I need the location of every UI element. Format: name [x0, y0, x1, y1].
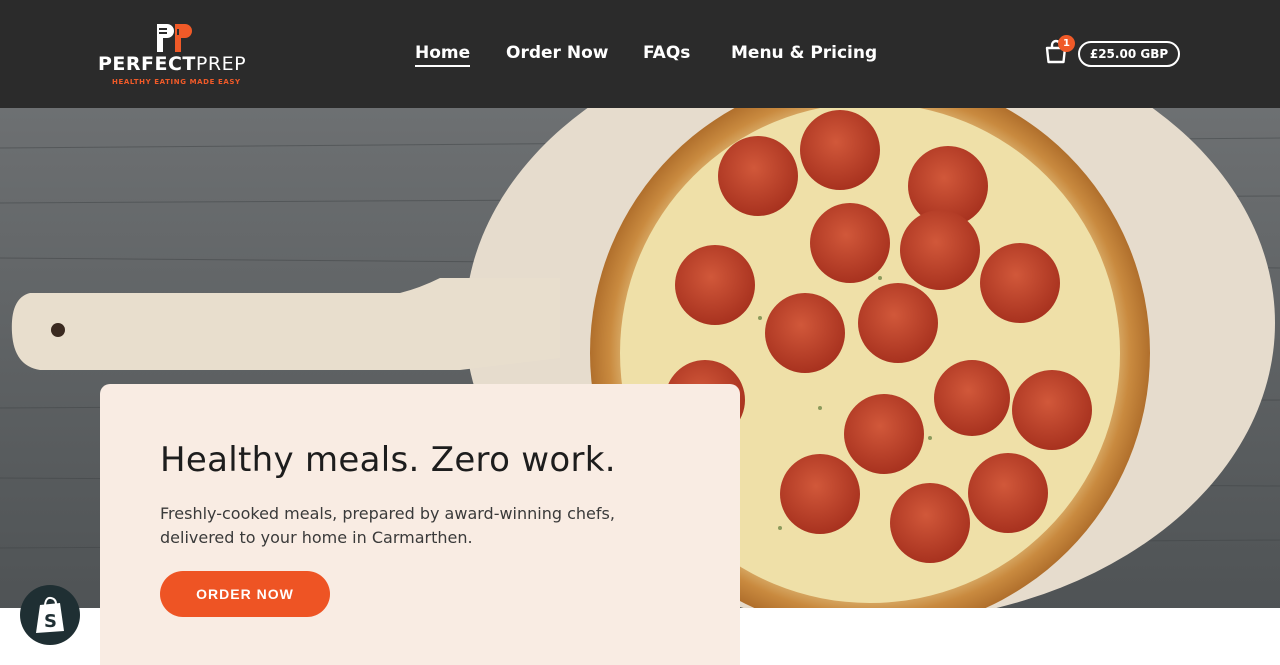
nav-home[interactable]: Home: [415, 42, 471, 67]
cart-total[interactable]: £25.00 GBP: [1078, 41, 1180, 67]
shopify-bag-icon: S: [36, 596, 64, 633]
nav-order-now[interactable]: Order Now: [506, 42, 608, 64]
nav-menu-pricing[interactable]: Menu & Pricing: [731, 42, 877, 64]
svg-text:S: S: [44, 611, 57, 632]
hero-card: Healthy meals. Zero work. Freshly-cooked…: [100, 384, 740, 665]
hero-title: Healthy meals. Zero work.: [160, 440, 616, 480]
brand-tagline: HEALTHY EATING MADE EASY: [112, 78, 241, 86]
shopify-badge[interactable]: S: [20, 585, 80, 645]
site-header: PERFECTPREP HEALTHY EATING MADE EASY Hom…: [0, 0, 1280, 108]
pp-monogram-icon: [157, 24, 192, 52]
hero-description: Freshly-cooked meals, prepared by award-…: [160, 504, 615, 547]
cart-count-badge: 1: [1058, 35, 1075, 52]
brand-wordmark: PERFECTPREP: [98, 53, 247, 75]
brand-logo[interactable]: PERFECTPREP HEALTHY EATING MADE EASY: [98, 20, 258, 90]
nav-faqs[interactable]: FAQs: [643, 42, 690, 64]
order-now-button[interactable]: ORDER NOW: [160, 571, 330, 617]
